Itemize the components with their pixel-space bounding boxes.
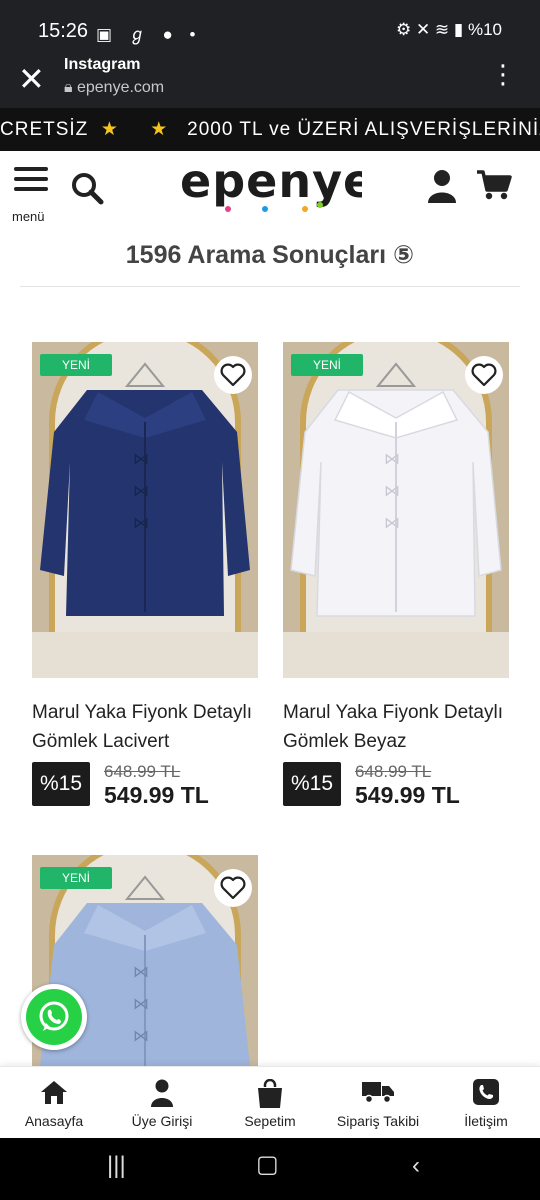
whatsapp-icon [39, 1001, 69, 1031]
discount-badge: %15 [32, 762, 90, 806]
new-badge: YENİ [291, 354, 363, 376]
heart-icon [220, 363, 246, 387]
recents-icon[interactable]: ||| [107, 1152, 126, 1180]
new-badge: YENİ [40, 867, 112, 889]
nav-login[interactable]: Üye Girişi [108, 1067, 216, 1139]
browser-url[interactable]: 🔒︎ epenye.com [64, 79, 164, 97]
product-image[interactable]: ⋈ ⋈ ⋈ YENİ [32, 342, 258, 678]
svg-text:⋈: ⋈ [133, 483, 149, 500]
user-icon [151, 1079, 173, 1107]
site-header: menü epenye [0, 151, 540, 231]
search-results-title: 1596 Arama Sonuçları ⑤ [125, 241, 415, 269]
bottom-nav: Anasayfa Üye Girişi Sepetim Sipariş Taki… [0, 1066, 540, 1138]
price-row: %15 648.99 TL 549.99 TL [283, 762, 509, 808]
svg-text:⋈: ⋈ [133, 964, 149, 981]
nav-label: Üye Girişi [131, 1113, 193, 1129]
nav-label: İletişim [464, 1113, 508, 1129]
nav-contact[interactable]: İletişim [432, 1067, 540, 1139]
system-nav-bar: ||| ▢ ‹ [0, 1138, 540, 1200]
svg-text:⋈: ⋈ [384, 515, 400, 532]
current-price: 549.99 TL [104, 782, 209, 808]
announcement-text: 2000 TL ve ÜZERİ ALIŞVERİŞLERİNİZDE K [187, 119, 540, 140]
svg-text:⋈: ⋈ [133, 451, 149, 468]
menu-label: menü [12, 209, 45, 224]
nav-cart[interactable]: Sepetim [216, 1067, 324, 1139]
status-bar: 15:26 ▣ ℊ ● • ⚙ ✕ ≋ ▮ %10 [0, 0, 540, 58]
svg-text:⋈: ⋈ [133, 515, 149, 532]
home-icon [41, 1081, 67, 1104]
home-button-icon[interactable]: ▢ [256, 1150, 279, 1179]
nav-label: Anasayfa [24, 1113, 84, 1129]
heart-icon [220, 876, 246, 900]
star-icon: ★ ★ [94, 119, 181, 140]
favorite-button[interactable] [465, 356, 503, 394]
truck-icon [362, 1082, 394, 1103]
old-price: 648.99 TL [355, 762, 432, 781]
menu-button[interactable]: menü [12, 167, 48, 224]
divider [20, 286, 520, 287]
more-options-icon[interactable]: ⋮ [490, 61, 516, 87]
favorite-button[interactable] [214, 356, 252, 394]
nav-label: Sepetim [244, 1113, 296, 1129]
current-price: 549.99 TL [355, 782, 460, 808]
browser-title: Instagram [64, 56, 141, 73]
new-badge: YENİ [40, 354, 112, 376]
user-icon[interactable] [427, 169, 457, 203]
svg-text:⋈: ⋈ [384, 451, 400, 468]
logo-text: epenye [180, 157, 362, 208]
site-logo[interactable]: epenye [180, 154, 374, 224]
status-time: 15:26 [38, 20, 89, 42]
svg-text:⋈: ⋈ [133, 996, 149, 1013]
svg-text:⋈: ⋈ [384, 483, 400, 500]
announcement-left: CRETSİZ [0, 119, 89, 140]
product-name[interactable]: Marul Yaka Fiyonk Detaylı Gömlek Beyaz [283, 698, 509, 756]
back-icon[interactable]: ‹ [412, 1152, 420, 1180]
search-icon[interactable] [70, 171, 104, 205]
bag-icon [258, 1079, 282, 1108]
whatsapp-button[interactable] [21, 984, 87, 1050]
announcement-bar: CRETSİZ ★ ★ 2000 TL ve ÜZERİ ALIŞVERİŞLE… [0, 108, 540, 151]
lock-icon: 🔒︎ [64, 79, 77, 96]
product-card[interactable]: ⋈ ⋈ ⋈ YENİ Marul Yaka Fiyonk Detaylı Göm… [283, 342, 509, 808]
product-name[interactable]: Marul Yaka Fiyonk Detaylı Gömlek Laciver… [32, 698, 258, 756]
close-icon[interactable]: ✕ [18, 60, 45, 98]
svg-text:⋈: ⋈ [133, 1028, 149, 1045]
nav-label: Sipariş Takibi [336, 1113, 420, 1129]
product-card[interactable]: ⋈ ⋈ ⋈ YENİ Marul Yaka Fiyonk Detaylı Göm… [32, 342, 258, 808]
phone-icon [473, 1079, 499, 1105]
system-icons: ⚙ ✕ ≋ ▮ %10 [395, 20, 502, 39]
discount-badge: %15 [283, 762, 341, 806]
heart-icon [471, 363, 497, 387]
browser-bar: ✕ Instagram 🔒︎ epenye.com ⋮ [0, 56, 540, 108]
results-badge-icon: ⑤ [393, 241, 415, 269]
nav-home[interactable]: Anasayfa [0, 1067, 108, 1139]
cart-icon[interactable] [476, 169, 512, 201]
favorite-button[interactable] [214, 869, 252, 907]
nav-order-tracking[interactable]: Sipariş Takibi [324, 1067, 432, 1139]
price-row: %15 648.99 TL 549.99 TL [32, 762, 258, 808]
battery-level: %10 [467, 20, 502, 39]
product-image[interactable]: ⋈ ⋈ ⋈ YENİ [283, 342, 509, 678]
old-price: 648.99 TL [104, 762, 181, 781]
notification-icons: ▣ ℊ ● • [96, 25, 202, 44]
